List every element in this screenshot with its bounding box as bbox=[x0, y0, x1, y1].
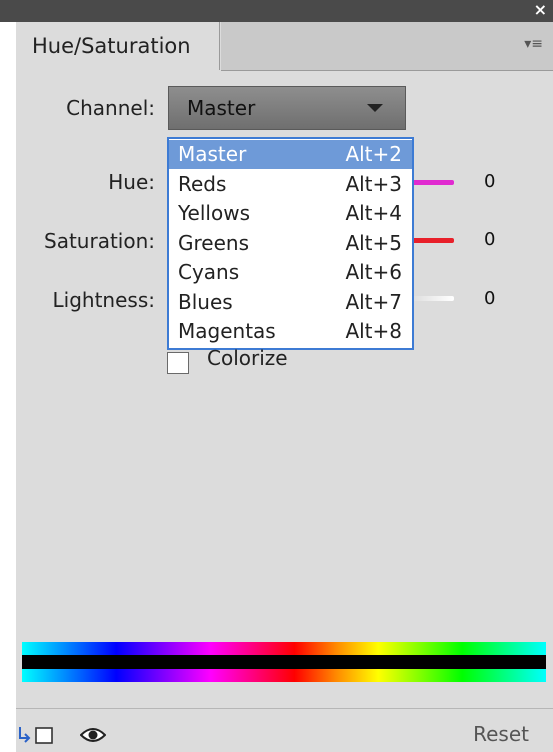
menu-item-label: Magentas bbox=[178, 319, 276, 343]
menu-item-magentas[interactable]: Magentas Alt+8 bbox=[169, 317, 412, 346]
hue-ramp-top bbox=[22, 642, 546, 655]
hue-ramp-bottom bbox=[22, 669, 546, 682]
tab-divider bbox=[221, 70, 553, 71]
menu-item-greens[interactable]: Greens Alt+5 bbox=[169, 229, 412, 258]
saturation-slider[interactable] bbox=[410, 238, 454, 243]
reset-button[interactable]: Reset bbox=[473, 722, 529, 746]
menu-item-label: Reds bbox=[178, 172, 227, 196]
channel-selected-value: Master bbox=[187, 96, 256, 120]
lightness-label: Lightness: bbox=[52, 288, 155, 312]
lightness-value[interactable]: 0 bbox=[484, 288, 495, 309]
hue-value[interactable]: 0 bbox=[484, 171, 495, 192]
saturation-value[interactable]: 0 bbox=[484, 229, 495, 250]
menu-item-cyans[interactable]: Cyans Alt+6 bbox=[169, 258, 412, 287]
close-icon[interactable]: × bbox=[534, 1, 547, 19]
lightness-slider[interactable] bbox=[410, 296, 454, 301]
window-title-bar: × bbox=[0, 0, 553, 22]
tab-hue-saturation[interactable]: Hue/Saturation bbox=[16, 22, 220, 70]
menu-item-label: Greens bbox=[178, 231, 249, 255]
saturation-label: Saturation: bbox=[44, 229, 155, 253]
colorize-checkbox[interactable] bbox=[167, 352, 189, 374]
menu-item-shortcut: Alt+3 bbox=[345, 172, 402, 196]
menu-item-label: Cyans bbox=[178, 260, 240, 284]
menu-item-shortcut: Alt+8 bbox=[345, 319, 402, 343]
menu-item-shortcut: Alt+4 bbox=[345, 201, 402, 225]
menu-item-blues[interactable]: Blues Alt+7 bbox=[169, 288, 412, 317]
menu-item-yellows[interactable]: Yellows Alt+4 bbox=[169, 199, 412, 228]
channel-label: Channel: bbox=[66, 96, 155, 120]
menu-item-master[interactable]: Master Alt+2 bbox=[169, 140, 412, 169]
menu-item-shortcut: Alt+7 bbox=[345, 290, 402, 314]
hue-slider[interactable] bbox=[410, 180, 454, 185]
tab-strip: ▾≡ bbox=[221, 22, 553, 70]
menu-item-label: Blues bbox=[178, 290, 233, 314]
clip-to-layer-icon[interactable] bbox=[16, 724, 62, 746]
hue-label: Hue: bbox=[108, 170, 155, 194]
menu-item-label: Master bbox=[178, 142, 247, 166]
channel-dropdown[interactable]: Master bbox=[168, 86, 406, 130]
panel-menu-icon[interactable]: ▾≡ bbox=[524, 36, 543, 52]
chevron-down-icon bbox=[367, 104, 383, 112]
footer-divider bbox=[16, 708, 553, 709]
menu-item-label: Yellows bbox=[178, 201, 250, 225]
colorize-label: Colorize bbox=[207, 346, 288, 370]
eye-icon[interactable] bbox=[80, 726, 106, 744]
channel-dropdown-menu: Master Alt+2 Reds Alt+3 Yellows Alt+4 Gr… bbox=[167, 137, 414, 350]
menu-item-shortcut: Alt+2 bbox=[345, 142, 402, 166]
menu-item-shortcut: Alt+5 bbox=[345, 231, 402, 255]
hue-ramp-divider bbox=[22, 655, 546, 670]
menu-item-shortcut: Alt+6 bbox=[345, 260, 402, 284]
menu-item-reds[interactable]: Reds Alt+3 bbox=[169, 170, 412, 199]
